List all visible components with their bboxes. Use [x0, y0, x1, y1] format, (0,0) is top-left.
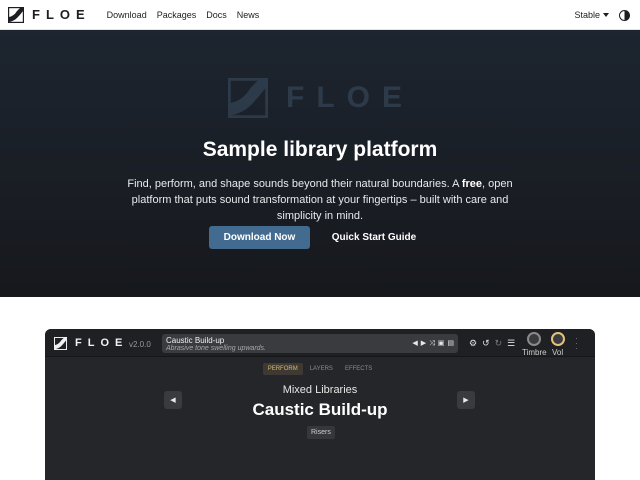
- caret-down-icon: [603, 13, 609, 17]
- timbre-label: Timbre: [522, 348, 547, 357]
- brand-name: FLOE: [32, 7, 91, 22]
- menu-icon[interactable]: ☰: [507, 338, 515, 348]
- brand-home-link[interactable]: FLOE: [8, 6, 91, 23]
- more-options-icon[interactable]: · · ·: [575, 334, 578, 353]
- library-name: Mixed Libraries: [282, 384, 358, 396]
- settings-gear-icon[interactable]: ⚙: [469, 338, 477, 348]
- preset-tag[interactable]: Risers: [307, 426, 335, 439]
- hero-logo-watermark: FLOE: [228, 78, 414, 118]
- preset-description: Abrasive tone swelling upwards.: [166, 345, 266, 352]
- preset-selector[interactable]: Caustic Build-up Abrasive tone swelling …: [162, 334, 458, 353]
- preset-name: Caustic Build-up: [166, 336, 225, 345]
- app-version: v2.0.0: [129, 340, 151, 349]
- nav-download[interactable]: Download: [107, 10, 147, 20]
- undo-icon[interactable]: ↺: [482, 338, 490, 348]
- version-label: Stable: [574, 10, 600, 20]
- top-navbar: FLOE Download Packages Docs News Stable: [0, 0, 640, 30]
- hero-watermark-text: FLOE: [286, 81, 414, 114]
- current-preset-title: Caustic Build-up: [252, 400, 388, 419]
- tab-perform[interactable]: PERFORM: [262, 363, 303, 375]
- previous-preset-icon[interactable]: ◀: [412, 339, 417, 348]
- volume-label: Vol: [552, 348, 564, 357]
- hero-desc-part-1: Find, perform, and shape sounds beyond t…: [127, 178, 462, 190]
- quick-start-guide-link[interactable]: Quick Start Guide: [328, 226, 420, 249]
- next-preset-icon[interactable]: ▶: [421, 339, 426, 348]
- timbre-knob[interactable]: [527, 332, 541, 346]
- save-icon[interactable]: ▣: [438, 339, 445, 348]
- app-toolbar: FLOE v2.0.0 Caustic Build-up Abrasive to…: [45, 329, 595, 357]
- app-screenshot-preview: FLOE v2.0.0 Caustic Build-up Abrasive to…: [45, 329, 595, 480]
- app-brand: FLOE: [75, 337, 129, 349]
- app-tabs: PERFORM LAYERS EFFECTS: [45, 363, 595, 375]
- next-arrow-icon[interactable]: ▶: [457, 391, 475, 409]
- hero-title: Sample library platform: [202, 138, 438, 161]
- prev-arrow-icon[interactable]: ◀: [164, 391, 182, 409]
- download-now-button[interactable]: Download Now: [209, 226, 310, 249]
- nav-news[interactable]: News: [237, 10, 260, 20]
- floe-logo-icon: [54, 337, 67, 350]
- floe-logo-icon: [228, 78, 268, 118]
- tab-layers[interactable]: LAYERS: [305, 363, 338, 375]
- theme-toggle-icon[interactable]: [619, 9, 630, 21]
- floe-logo-icon: [8, 6, 24, 23]
- volume-knob[interactable]: [551, 332, 565, 346]
- tab-effects[interactable]: EFFECTS: [340, 363, 377, 375]
- hero-desc-bold: free: [461, 178, 483, 190]
- shuffle-icon[interactable]: ⤨: [429, 339, 435, 348]
- nav-docs[interactable]: Docs: [206, 10, 227, 20]
- redo-icon[interactable]: ↻: [495, 338, 503, 348]
- nav-packages[interactable]: Packages: [157, 10, 197, 20]
- version-dropdown[interactable]: Stable: [574, 10, 609, 20]
- preset-file-icon[interactable]: ▤: [447, 339, 454, 348]
- hero-description: Find, perform, and shape sounds beyond t…: [110, 176, 530, 224]
- hero-section: FLOE Sample library platform Find, perfo…: [0, 30, 640, 297]
